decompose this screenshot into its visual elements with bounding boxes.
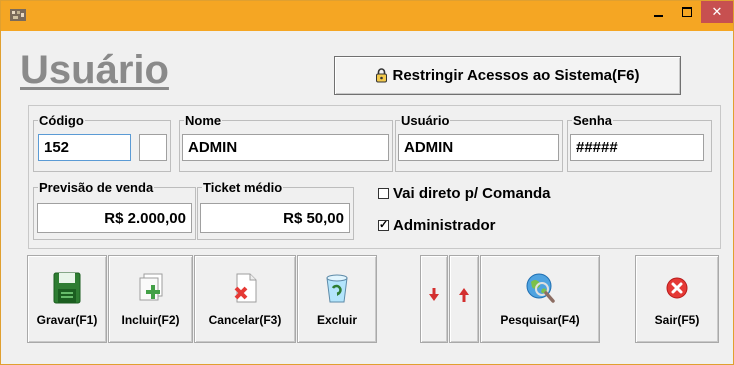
add-document-icon <box>136 271 166 305</box>
minimize-icon <box>653 15 663 17</box>
nome-label: Nome <box>185 113 222 128</box>
senha-value: ##### <box>576 139 618 156</box>
move-down-button[interactable] <box>420 255 448 343</box>
maximize-button[interactable] <box>673 1 701 23</box>
ticket-value: R$ 50,00 <box>283 209 344 227</box>
vai-direto-checkbox[interactable]: Vai direto p/ Comanda <box>378 185 551 202</box>
administrador-checkbox[interactable]: ✓ Administrador <box>378 217 496 234</box>
pesquisar-label: Pesquisar(F4) <box>500 313 580 327</box>
codigo-lookup-field[interactable] <box>139 134 167 161</box>
gravar-button[interactable]: Gravar(F1) <box>27 255 107 343</box>
usuario-label: Usuário <box>401 113 450 128</box>
search-globe-icon <box>524 271 556 305</box>
usuario-value: ADMIN <box>404 139 454 156</box>
restrict-access-label: Restringir Acessos ao Sistema(F6) <box>392 67 640 84</box>
administrador-label: Administrador <box>393 217 496 234</box>
close-button[interactable]: ✕ <box>701 1 733 23</box>
previsao-input[interactable]: R$ 2.000,00 <box>37 203 192 233</box>
move-up-button[interactable] <box>449 255 479 343</box>
ticket-input[interactable]: R$ 50,00 <box>200 203 350 233</box>
restrict-access-button[interactable]: Restringir Acessos ao Sistema(F6) <box>334 56 681 95</box>
codigo-label: Código <box>39 113 84 128</box>
nome-input[interactable]: ADMIN <box>182 134 389 161</box>
arrow-up-icon <box>459 278 469 312</box>
app-icon <box>10 9 26 21</box>
arrow-down-icon <box>429 278 439 312</box>
previsao-value: R$ 2.000,00 <box>104 209 186 227</box>
usuario-input[interactable]: ADMIN <box>398 134 559 161</box>
codigo-value: 152 <box>44 139 70 156</box>
excluir-label: Excluir <box>316 313 358 327</box>
administrador-box[interactable]: ✓ <box>378 220 389 231</box>
cancelar-button[interactable]: Cancelar(F3) <box>194 255 296 343</box>
main-window: ✕ Usuário Restringir Acessos ao Sistema(… <box>0 0 734 365</box>
incluir-button[interactable]: Incluir(F2) <box>108 255 193 343</box>
exit-icon <box>665 271 689 305</box>
recycle-bin-icon <box>322 271 352 305</box>
gravar-label: Gravar(F1) <box>36 313 98 327</box>
sair-button[interactable]: Sair(F5) <box>635 255 719 343</box>
cancel-document-icon <box>230 271 260 305</box>
title-bar[interactable]: ✕ <box>1 1 733 31</box>
senha-input[interactable]: ##### <box>570 134 704 161</box>
excluir-button[interactable]: Excluir <box>297 255 377 343</box>
sair-label: Sair(F5) <box>654 313 700 327</box>
previsao-label: Previsão de venda <box>39 180 154 195</box>
page-title: Usuário <box>20 48 169 92</box>
lock-icon <box>375 68 388 83</box>
incluir-label: Incluir(F2) <box>121 313 180 327</box>
pesquisar-button[interactable]: Pesquisar(F4) <box>480 255 600 343</box>
codigo-input[interactable]: 152 <box>38 134 131 161</box>
senha-label: Senha <box>573 113 613 128</box>
vai-direto-box[interactable] <box>378 188 389 199</box>
floppy-disk-icon <box>52 271 82 305</box>
vai-direto-label: Vai direto p/ Comanda <box>393 185 551 202</box>
ticket-label: Ticket médio <box>203 180 283 195</box>
maximize-icon <box>682 7 692 17</box>
cancelar-label: Cancelar(F3) <box>208 313 282 327</box>
nome-value: ADMIN <box>188 139 238 156</box>
minimize-button[interactable] <box>643 1 673 23</box>
close-icon: ✕ <box>711 4 723 19</box>
